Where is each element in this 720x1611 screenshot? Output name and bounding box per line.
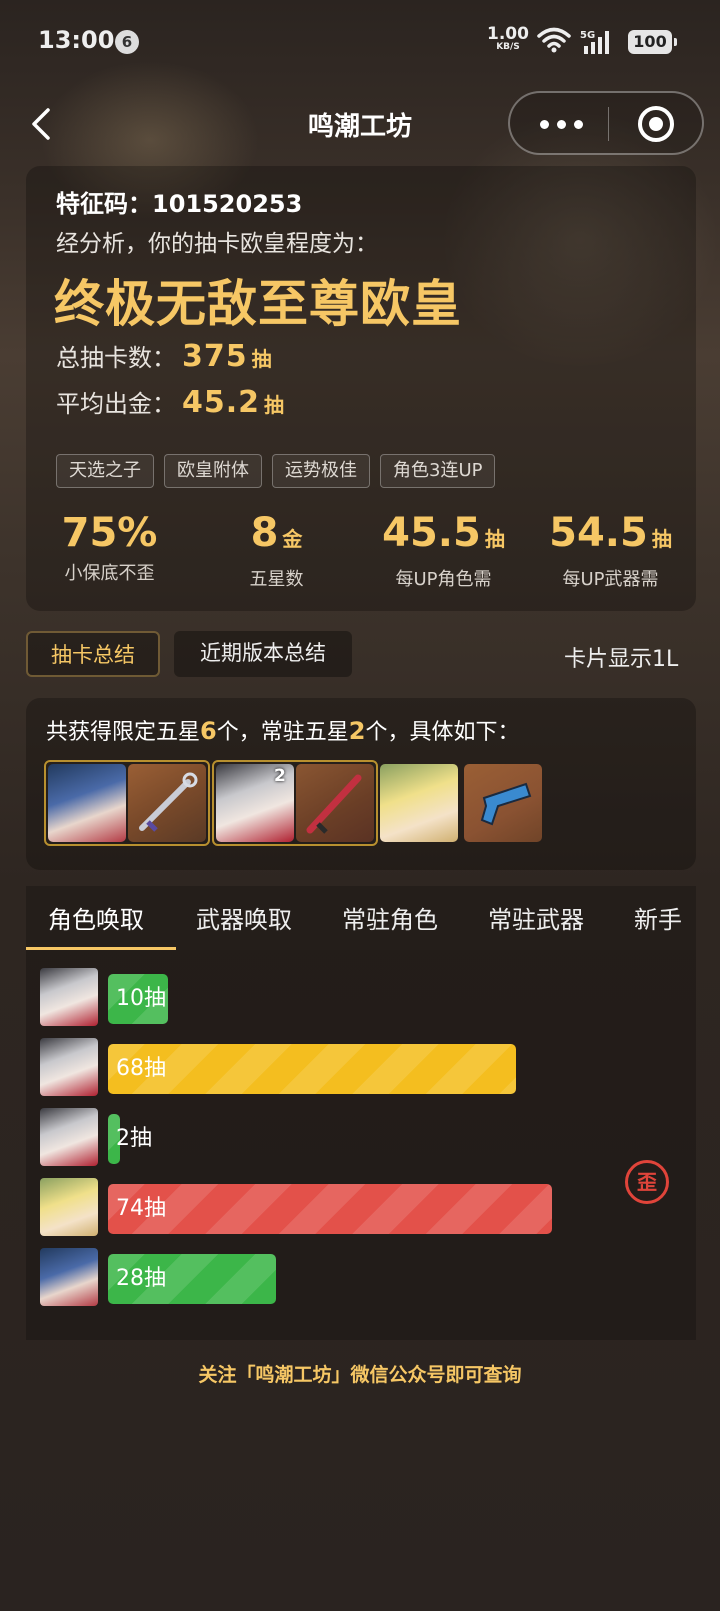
obtained-card: 共获得限定五星6个，常驻五星2个，具体如下： 2 [26,698,696,870]
luck-tags: 天选之子 欧皇附体 运势极佳 角色3连UP [56,454,496,488]
close-miniprogram-icon[interactable] [638,106,674,142]
total-pulls-label: 总抽卡数： [56,344,176,372]
standard-count: 2 [348,717,366,745]
character-avatar [40,968,98,1026]
character-avatar [40,1108,98,1166]
average-pulls-label: 平均出金： [56,390,176,418]
analysis-text: 经分析，你的抽卡欧皇程度为： [56,231,378,257]
mini-program-capsule [508,91,704,155]
nav-bar: 鸣潮工坊 [0,86,720,164]
total-pulls: 总抽卡数： 375 抽 [56,338,272,374]
pull-count-label: 10抽 [116,986,166,1011]
pull-row: 28抽 [26,1248,696,1310]
metric-unit: 金 [282,527,303,551]
pull-row: 68抽 [26,1038,696,1100]
network-speed: 1.00 KB/S [486,26,530,53]
metric-five-star-count: 8金 五星数 [193,511,360,591]
character-avatar [40,1248,98,1306]
weapon-portrait[interactable] [128,764,206,842]
network-type: 5G [580,30,595,41]
metric-pulls-per-up-weapon: 54.5 抽 每UP武器需 [527,511,694,591]
obtained-suffix: 个，具体如下： [365,720,520,745]
feature-code-label: 特征码： [56,190,152,218]
average-pulls-unit: 抽 [264,393,285,417]
tab-character-pool[interactable]: 角色唤取 [48,900,144,935]
tab-beginner[interactable]: 新手 [634,900,682,935]
pull-count-label: 68抽 [116,1056,166,1081]
metric-value: 8 [250,510,279,556]
status-time: 13:00 [38,26,115,54]
rank-title: 终极无敌至尊欧皇 [54,275,462,333]
summary-tabs: 抽卡总结 近期版本总结 卡片显示1L [26,631,720,679]
network-speed-value: 1.00 [487,24,529,44]
summary-card: 特征码：101520253 经分析，你的抽卡欧皇程度为： 终极无敌至尊欧皇 总抽… [26,166,696,611]
metric-unit: 抽 [484,527,505,551]
tab-weapon-pool[interactable]: 武器唤取 [196,900,292,935]
pool-tabs: 角色唤取 武器唤取 常驻角色 常驻武器 新手 [26,886,696,950]
pull-bar [108,1044,516,1094]
metric-pulls-per-up-character: 45.5 抽 每UP角色需 [360,511,527,591]
metric-no-lose-rate: 75% 小保底不歪 [26,511,193,591]
status-bar: 13:00 6 1.00 KB/S 5G 100 [0,0,720,86]
tab-pull-summary[interactable]: 抽卡总结 [26,631,160,677]
tab-standard-character[interactable]: 常驻角色 [342,900,438,935]
total-pulls-value: 375 [182,339,248,374]
wifi-icon [537,27,571,53]
obtained-prefix: 共获得限定五星 [46,720,201,745]
metric-value: 45.5 [382,510,481,556]
pull-count-label: 28抽 [116,1266,166,1291]
average-pulls: 平均出金： 45.2 抽 [56,384,284,420]
duplicate-count: 2 [274,766,286,786]
metrics-row: 75% 小保底不歪 8金 五星数 45.5 抽 每UP角色需 54.5 抽 每UP武… [26,511,696,591]
character-avatar [40,1038,98,1096]
metric-value: 54.5 [549,510,648,556]
obtained-summary: 共获得限定五星6个，常驻五星2个，具体如下： [46,714,519,746]
character-avatar [40,1178,98,1236]
tab-recent-version-summary[interactable]: 近期版本总结 [174,631,352,677]
feature-code-value: 101520253 [152,190,303,218]
pull-count-label: 74抽 [116,1196,166,1221]
card-display-toggle[interactable]: 卡片显示1L [564,641,720,673]
pull-count-label: 2抽 [116,1126,152,1151]
capsule-divider [608,107,609,141]
pull-row: 10抽 [26,968,696,1030]
pull-history-panel: 10抽 68抽 2抽 74抽 28抽 歪 [26,950,696,1340]
footer-note: 关注「鸣潮工坊」微信公众号即可查询 [198,1364,522,1386]
average-pulls-value: 45.2 [182,385,261,420]
notification-badge: 6 [115,30,139,54]
weapon-portrait[interactable] [296,764,374,842]
pull-row: 2抽 [26,1108,696,1170]
luck-tag: 欧皇附体 [164,454,262,488]
more-icon[interactable] [540,114,584,134]
metric-label: 每UP角色需 [395,569,492,590]
pull-row: 74抽 [26,1178,696,1240]
metric-label: 小保底不歪 [64,563,155,584]
limited-count: 6 [200,717,217,745]
lost-fifty-fifty-badge: 歪 [625,1160,669,1204]
signal-icon: 5G [580,30,609,54]
obtained-middle: 个，常驻五星 [216,720,349,745]
metric-label: 每UP武器需 [562,569,659,590]
pull-bar [108,1184,552,1234]
feature-code: 特征码：101520253 [56,184,302,219]
character-portrait[interactable] [380,764,458,842]
metric-value: 75% [61,510,158,556]
luck-tag: 天选之子 [56,454,154,488]
weapon-portrait[interactable] [464,764,542,842]
luck-tag: 运势极佳 [272,454,370,488]
metric-unit: 抽 [651,527,672,551]
battery-icon: 100 [628,30,677,54]
total-pulls-unit: 抽 [251,347,272,371]
metric-label: 五星数 [249,569,304,590]
character-portrait[interactable] [48,764,126,842]
tab-standard-weapon[interactable]: 常驻武器 [488,900,584,935]
luck-tag: 角色3连UP [380,454,496,488]
